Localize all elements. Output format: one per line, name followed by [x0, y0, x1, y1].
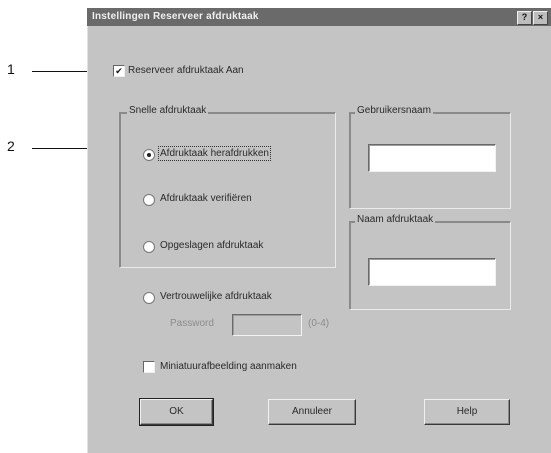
- help-icon[interactable]: ?: [517, 11, 532, 25]
- username-input[interactable]: [368, 144, 496, 172]
- job-name-group-title: Naam afdruktaak: [355, 214, 436, 225]
- stored-job-label[interactable]: Opgeslagen afdruktaak: [160, 240, 263, 251]
- thumbnail-label[interactable]: Miniatuurafbeelding aanmaken: [160, 361, 297, 372]
- help-button[interactable]: Help: [424, 399, 510, 425]
- thumbnail-checkbox[interactable]: [143, 361, 155, 373]
- reserve-job-label[interactable]: Reserveer afdruktaak Aan: [128, 65, 244, 76]
- job-name-input[interactable]: [368, 258, 496, 286]
- ok-button[interactable]: OK: [139, 398, 214, 426]
- reserve-job-checkbox[interactable]: ✔: [113, 65, 125, 77]
- stored-job-radio[interactable]: [143, 241, 155, 253]
- reprint-job-radio[interactable]: [143, 149, 155, 161]
- verify-job-radio[interactable]: [143, 194, 155, 206]
- username-group-title: Gebruikersnaam: [355, 105, 433, 116]
- callout-number-2: 2: [7, 138, 15, 154]
- quick-job-group-title: Snelle afdruktaak: [127, 105, 209, 116]
- verify-job-label[interactable]: Afdruktaak verifiëren: [160, 193, 252, 204]
- dialog-title: Instellingen Reserveer afdruktaak: [92, 11, 259, 22]
- title-bar: Instellingen Reserveer afdruktaak ? ×: [87, 8, 551, 26]
- password-input[interactable]: [232, 314, 302, 336]
- close-icon[interactable]: ×: [533, 11, 548, 25]
- cancel-button[interactable]: Annuleer: [268, 399, 356, 425]
- password-hint: (0-4): [308, 318, 330, 329]
- confidential-job-label[interactable]: Vertrouwelijke afdruktaak: [160, 291, 272, 302]
- reprint-job-label[interactable]: Afdruktaak herafdrukken: [158, 146, 271, 161]
- confidential-job-radio[interactable]: [143, 292, 155, 304]
- dialog-window: Instellingen Reserveer afdruktaak ? × ✔ …: [87, 8, 551, 453]
- password-label: Password: [170, 318, 214, 329]
- callout-number-1: 1: [7, 61, 15, 77]
